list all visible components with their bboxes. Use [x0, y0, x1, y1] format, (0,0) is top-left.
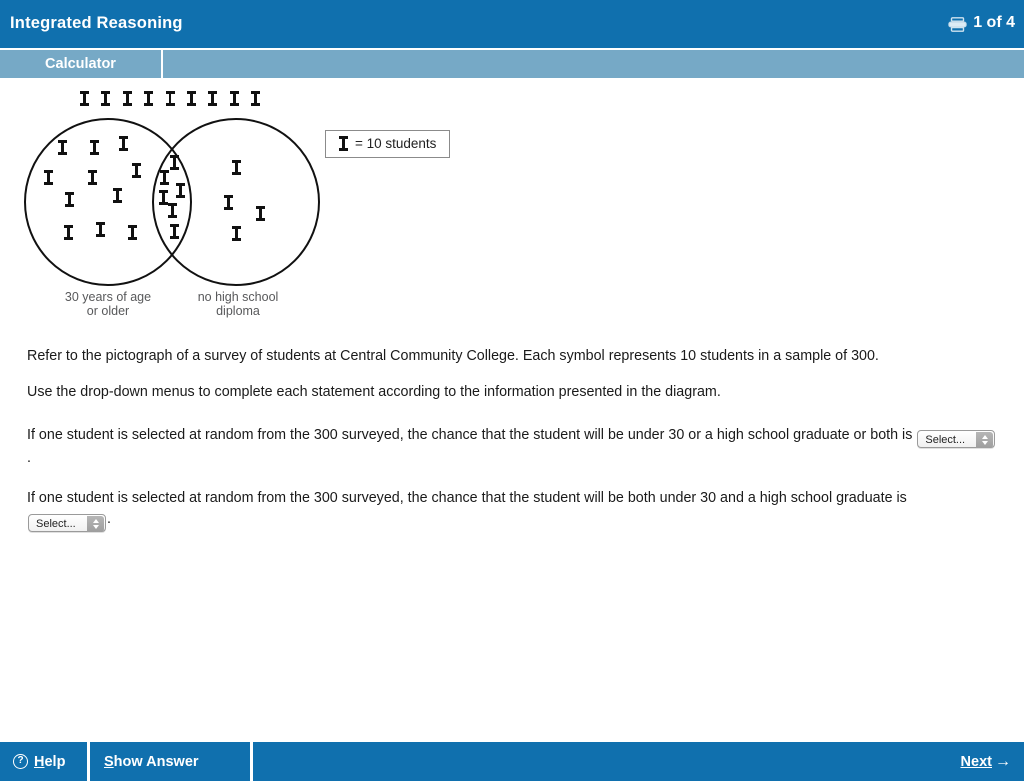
student-symbol-icon [256, 206, 265, 221]
student-symbol-icon [113, 188, 122, 203]
legend-text: = 10 students [355, 136, 437, 151]
footer-bar: ? Help Show Answer Next → [0, 742, 1024, 781]
student-symbol-icon [159, 190, 168, 205]
student-symbol-icon [339, 136, 348, 151]
label-30-or-older-line1: 30 years of age [64, 290, 152, 304]
next-button[interactable]: Next → [961, 742, 1011, 781]
statement1-select[interactable]: Select... [917, 430, 996, 448]
student-symbol-icon [96, 222, 105, 237]
student-symbol-icon [64, 225, 73, 240]
student-symbol-icon [88, 170, 97, 185]
student-symbol-icon [170, 224, 179, 239]
student-symbol-icon [251, 91, 260, 106]
show-answer-button-label: Show Answer [104, 753, 199, 770]
question-mark-icon: ? [13, 754, 28, 769]
student-symbol-icon [160, 170, 169, 185]
student-symbol-icon [128, 225, 137, 240]
instruction-paragraph: Use the drop-down menus to complete each… [27, 384, 721, 400]
student-symbol-icon [224, 195, 233, 210]
student-symbol-icon [119, 136, 128, 151]
student-symbol-icon [122, 91, 132, 106]
student-symbol-icon [44, 170, 53, 185]
statement2-select[interactable]: Select... [28, 514, 106, 532]
venn-pictograph: 30 years of age or older no high school … [0, 78, 470, 340]
label-no-diploma-line1: no high school [197, 290, 279, 304]
student-symbol-icon [229, 91, 239, 106]
student-symbol-icon [58, 140, 67, 155]
tab-calculator[interactable]: Calculator [0, 50, 163, 78]
page-title: Integrated Reasoning [10, 14, 183, 32]
statement-1: If one student is selected at random fro… [27, 425, 997, 469]
student-symbol-icon [165, 91, 175, 106]
statement-2-text: If one student is selected at random fro… [27, 490, 907, 506]
legend-box: = 10 students [325, 130, 451, 158]
label-no-diploma-line2: diploma [216, 304, 260, 318]
arrow-right-icon: → [995, 752, 1011, 770]
label-30-or-older-line2: or older [86, 304, 130, 318]
chevron-updown-icon [87, 516, 104, 532]
student-symbol-icon [176, 183, 185, 198]
statement-1-text: If one student is selected at random fro… [27, 427, 913, 443]
help-button[interactable]: ? Help [0, 742, 90, 781]
page-counter: 1 of 4 [973, 14, 1015, 31]
symbols-outside-both [80, 91, 260, 106]
statement-1-period: . [27, 450, 31, 466]
help-button-label: Help [34, 753, 66, 770]
label-no-diploma: no high school diploma [176, 290, 300, 318]
statement1-select-value: Select... [925, 434, 966, 446]
student-symbol-icon [186, 91, 196, 106]
student-symbol-icon [65, 192, 74, 207]
printer-icon[interactable] [948, 16, 967, 32]
student-symbol-icon [208, 91, 218, 106]
student-symbol-icon [170, 155, 179, 170]
show-answer-button[interactable]: Show Answer [93, 742, 253, 781]
student-symbol-icon [168, 203, 177, 218]
student-symbol-icon [232, 160, 241, 175]
student-symbol-icon [80, 91, 89, 106]
student-symbol-icon [232, 226, 241, 241]
student-symbol-icon [132, 163, 141, 178]
circle-no-diploma [152, 118, 320, 286]
intro-paragraph: Refer to the pictograph of a survey of s… [27, 348, 879, 364]
statement-2-period: . [107, 511, 111, 527]
student-symbol-icon [90, 140, 99, 155]
content-area: 30 years of age or older no high school … [0, 78, 1024, 738]
label-30-or-older: 30 years of age or older [46, 290, 170, 318]
chevron-updown-icon [976, 432, 994, 448]
student-symbol-icon [144, 91, 154, 106]
tab-bar: Calculator [0, 50, 1024, 78]
statement2-select-value: Select... [36, 518, 76, 530]
statement-2: If one student is selected at random fro… [27, 488, 967, 532]
student-symbol-icon [101, 91, 111, 106]
header-right-group: 1 of 4 [948, 14, 1015, 32]
next-button-label: Next [960, 753, 992, 770]
tab-bar-filler [165, 50, 1024, 78]
app-header: Integrated Reasoning 1 of 4 [0, 0, 1024, 48]
